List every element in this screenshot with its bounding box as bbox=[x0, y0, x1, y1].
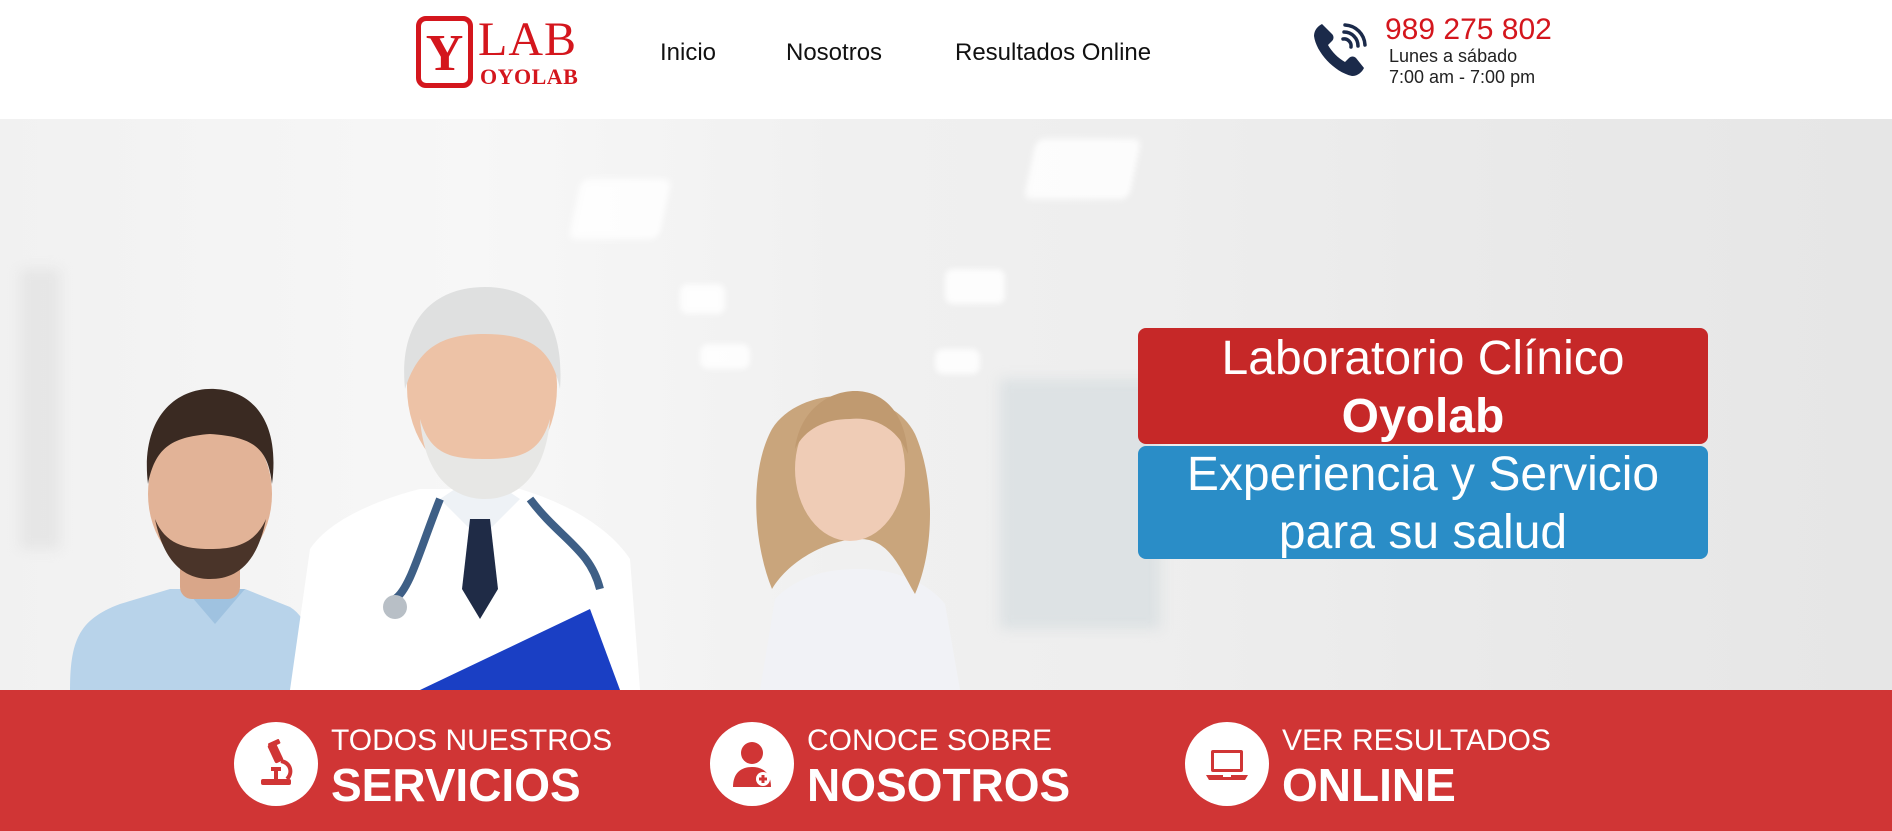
oyolab-logo[interactable]: Y LAB OYOLAB bbox=[416, 13, 579, 90]
hero-tagline-2: para su salud bbox=[1278, 506, 1568, 559]
hero-banner: Laboratorio Clínico Oyolab Experiencia y… bbox=[0, 119, 1892, 690]
feature-icon-circle bbox=[710, 722, 794, 806]
feature-bar: TODOS NUESTROS SERVICIOS CONOCE SOBRE NO… bbox=[0, 690, 1892, 831]
hero-title-box: Laboratorio Clínico Oyolab bbox=[1138, 328, 1708, 444]
feature-small-text: VER RESULTADOS bbox=[1282, 724, 1551, 757]
hero-title-brand: Oyolab bbox=[1341, 390, 1505, 443]
hero-tagline: Experiencia y Servicio bbox=[1186, 448, 1660, 501]
feature-small-text: CONOCE SOBRE bbox=[807, 724, 1053, 757]
feature-big-text: NOSOTROS bbox=[807, 759, 1071, 811]
site-header: Y LAB OYOLAB Inicio Nosotros Resultados … bbox=[0, 0, 1892, 119]
feature-icon-circle bbox=[1185, 722, 1269, 806]
hero-title: Laboratorio Clínico bbox=[1221, 332, 1625, 385]
medical-staff-photo bbox=[70, 287, 960, 690]
laptop-icon bbox=[1206, 750, 1248, 780]
feature-icon-circle bbox=[234, 722, 318, 806]
nav-link-inicio[interactable]: Inicio bbox=[660, 38, 716, 68]
doctor-icon bbox=[733, 742, 771, 787]
phone-icon bbox=[1314, 23, 1367, 76]
opening-hours: 7:00 am - 7:00 pm bbox=[1389, 67, 1536, 87]
phone-number[interactable]: 989 275 802 bbox=[1385, 12, 1552, 48]
feature-big-text: SERVICIOS bbox=[331, 759, 581, 811]
opening-days: Lunes a sábado bbox=[1389, 46, 1518, 66]
logo-name-text: OYOLAB bbox=[480, 64, 579, 89]
nav-link-nosotros[interactable]: Nosotros bbox=[786, 38, 882, 68]
microscope-icon bbox=[261, 739, 293, 785]
feature-big-text: ONLINE bbox=[1282, 759, 1456, 811]
nav-link-resultados-online[interactable]: Resultados Online bbox=[955, 38, 1151, 68]
feature-small-text: TODOS NUESTROS bbox=[331, 724, 613, 757]
hero-tagline-box: Experiencia y Servicio para su salud bbox=[1138, 446, 1708, 559]
logo-lab-text: LAB bbox=[478, 13, 577, 66]
logo-mark: Y bbox=[425, 25, 464, 82]
logo-box: Y bbox=[416, 16, 473, 88]
